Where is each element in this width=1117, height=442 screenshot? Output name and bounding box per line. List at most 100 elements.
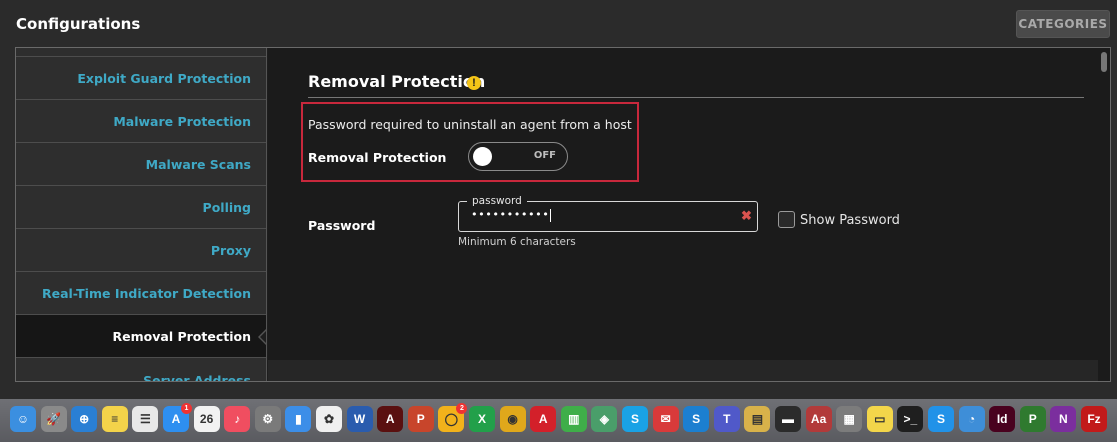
settings-content: Removal Protection ! Password required t… [268,48,1098,360]
safari-icon[interactable]: ⊕ [71,406,98,432]
dock-icon-glyph: X [477,412,486,426]
password-masked-text: ••••••••••• [471,208,550,221]
skype-blue-icon[interactable]: S [928,406,954,432]
page-title: Configurations [16,15,141,33]
finder-icon[interactable]: ☺ [10,406,36,432]
database-icon[interactable]: ▤ [744,406,771,432]
sidebar-item-real-time-indicator-detection[interactable]: Real-Time Indicator Detection [16,271,266,314]
excel-x-icon[interactable]: X [469,406,495,432]
ring-icon[interactable]: ◯ 2 [438,403,468,432]
onenote-icon[interactable]: N [1050,406,1077,432]
dock-icon-glyph: 🚀 [46,412,62,426]
terminal-icon[interactable]: ▬ [775,406,801,432]
text-cursor [550,208,552,222]
dock-icon-glyph: Aa [810,412,827,426]
teams-icon[interactable]: T [713,406,740,432]
section-title: Removal Protection [308,72,486,91]
calendar-icon[interactable]: 26 [193,406,220,432]
dock-icon-glyph: ◉ [507,412,518,426]
toggle-state-text: OFF [533,150,556,161]
dock-icon-glyph: 26 [199,412,214,426]
dock-icon-glyph: >_ [903,412,918,426]
acrobat-icon[interactable]: A [377,406,404,432]
sidebar-item-server-address[interactable]: Server Address [16,357,266,381]
music-icon[interactable]: ♪ [224,406,251,432]
removal-protection-toggle[interactable]: OFF [468,142,568,171]
launchpad-icon[interactable]: 🚀 [40,406,67,432]
dock-icon-glyph: ◔ [967,412,976,426]
dock-icon-glyph: ◈ [599,412,609,426]
chat-icon[interactable]: ◔ [958,406,985,432]
dock-icon-glyph: ▭ [874,412,886,426]
dock-icon-glyph: S [936,412,945,426]
dock-icon-glyph: ▮ [295,412,302,426]
chrome-icon[interactable]: ◉ [499,406,526,432]
sidebar-item-removal-protection[interactable]: Removal Protection [16,314,266,357]
mail-app-icon[interactable]: ✉ [652,406,679,432]
dock-icon-glyph: ▤ [751,412,764,426]
dock-icon-glyph: A [385,412,395,426]
notification-badge: 1 [181,403,192,414]
numbers-icon[interactable]: ▥ [560,406,587,432]
warning-icon: ! [467,76,481,90]
password-hint: Minimum 6 characters [458,236,576,248]
dock-icon-glyph: ☺ [16,412,30,426]
show-password-checkbox[interactable] [778,211,795,228]
content-footer-area [268,360,1098,381]
dock-icon-glyph: ☰ [140,412,151,426]
toggle-knob [473,147,492,166]
system-preferences-icon[interactable]: ⚙ [254,406,281,432]
calculator-icon[interactable]: ▦ [836,406,863,432]
acrobat-reader-icon[interactable]: A [530,406,557,432]
project-icon[interactable]: P [1019,406,1046,432]
console-icon[interactable]: >_ [897,406,924,432]
categories-button[interactable]: CATEGORIES [1016,10,1110,38]
word-icon[interactable]: W [346,406,373,432]
dock-icon-glyph: ⊕ [79,412,90,426]
removal-protection-description: Password required to uninstall an agent … [308,117,632,132]
keynote-icon[interactable]: ▮ [285,406,312,432]
password-label: Password [308,218,376,233]
filezilla-icon[interactable]: Fz [1081,406,1107,432]
dock-icon-glyph: P [1028,412,1037,426]
skype-icon[interactable]: S [622,406,648,432]
content-scrollbar[interactable] [1098,48,1110,381]
dock-icon-glyph: ♪ [234,412,241,426]
sidebar-item-malware-protection[interactable]: Malware Protection [16,99,266,142]
notes-icon[interactable]: ≡ [101,406,128,432]
dock-icon-glyph: Fz [1087,412,1101,426]
show-password-label[interactable]: Show Password [800,213,900,228]
password-float-label: password [467,195,527,207]
sidebar-item-malware-scans[interactable]: Malware Scans [16,142,266,185]
sidebar-item-proxy[interactable]: Proxy [16,228,266,271]
notification-badge: 2 [456,403,468,414]
dock-icon-glyph: ⚙ [262,412,274,426]
indesign-icon[interactable]: Id [989,406,1016,432]
photos-icon[interactable]: ✿ [316,406,342,432]
sidebar-item-exploit-guard-protection[interactable]: Exploit Guard Protection [16,56,266,99]
dock-icon-glyph: ▦ [843,412,855,426]
clear-icon[interactable]: ✖ [741,208,752,224]
dock-icon-glyph: ▥ [568,412,580,426]
config-panel: Exploit Guard Protection Malware Protect… [15,47,1111,382]
scrollbar-thumb[interactable] [1101,52,1107,72]
dock-icon-glyph: T [723,412,731,426]
stickies-icon[interactable]: ▭ [866,406,893,432]
network-icon[interactable]: ◈ [591,406,618,432]
dock-icon-glyph: ✉ [660,412,671,426]
highlight-box [301,102,639,182]
dock-icon-glyph: A [171,412,181,426]
category-sidebar: Exploit Guard Protection Malware Protect… [16,48,267,381]
powerpoint-icon[interactable]: P [407,406,434,432]
active-indicator-arrow [260,329,266,345]
reminders-icon[interactable]: ☰ [132,406,159,432]
sidebar-item-label: Removal Protection [112,328,251,344]
sidebar-item-polling[interactable]: Polling [16,185,266,228]
section-divider [308,97,1084,98]
app-store-icon[interactable]: A1 [163,403,192,432]
dock-icon-glyph: P [416,412,425,426]
dock-icon-glyph: ≡ [111,412,119,426]
skype-business-icon[interactable]: S [683,406,710,432]
configurations-app: Configurations CATEGORIES Exploit Guard … [0,0,1117,442]
dictionary-icon[interactable]: Aa [805,406,832,432]
